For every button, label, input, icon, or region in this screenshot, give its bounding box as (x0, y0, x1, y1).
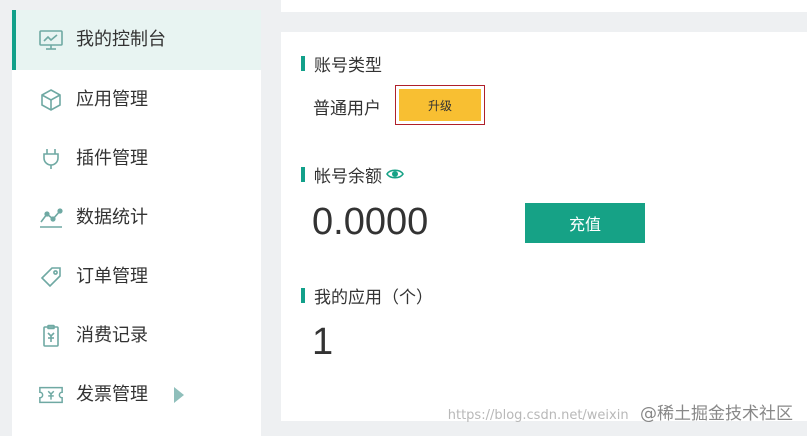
balance-heading: 帐号余额 (314, 166, 382, 187)
watermark-url: https://blog.csdn.net/weixin (447, 408, 629, 423)
section-marker (301, 55, 305, 71)
account-type-heading: 账号类型 (314, 55, 382, 76)
apps-count: 1 (312, 321, 334, 363)
sidebar-item-consumption[interactable]: 消费记录 (12, 306, 261, 366)
sidebar-item-label: 订单管理 (76, 266, 148, 287)
sidebar-item-orders[interactable]: 订单管理 (12, 247, 261, 307)
balance-title: 帐号余额 (301, 163, 404, 187)
ticket-icon (38, 382, 64, 408)
sidebar-item-invoices[interactable]: 发票管理 (12, 365, 261, 425)
plug-icon (38, 146, 64, 172)
sidebar-item-label: 发票管理 (76, 384, 148, 405)
eye-icon[interactable] (386, 168, 404, 180)
line-chart-icon (38, 205, 64, 231)
sidebar-item-apps[interactable]: 应用管理 (12, 70, 261, 130)
sidebar-item-console[interactable]: 我的控制台 (12, 10, 261, 70)
top-card (281, 0, 807, 12)
sidebar-item-statistics[interactable]: 数据统计 (12, 188, 261, 248)
account-card: 账号类型 普通用户 升级 帐号余额 0.0000 充值 我的应用（个） 1 (281, 32, 807, 421)
recharge-button[interactable]: 充值 (525, 203, 645, 243)
sidebar-item-label: 消费记录 (76, 325, 148, 346)
account-type-title: 账号类型 (301, 52, 382, 76)
upgrade-button[interactable]: 升级 (399, 89, 481, 121)
section-marker (301, 166, 305, 182)
tag-icon (38, 264, 64, 290)
sidebar: 我的控制台 应用管理 插件管理 数据统计 订单管理 消费记录 发票管理 (12, 10, 261, 436)
cube-icon (38, 87, 64, 113)
watermark-text: @稀土掘金技术社区 (640, 404, 793, 424)
sidebar-item-label: 数据统计 (76, 207, 148, 228)
upgrade-button-frame: 升级 (395, 85, 485, 125)
receipt-icon (38, 323, 64, 349)
apps-heading: 我的应用（个） (314, 287, 433, 308)
sidebar-item-label: 我的控制台 (76, 29, 166, 50)
watermark: https://blog.csdn.net/weixin @稀土掘金技术社区 (448, 399, 793, 424)
account-type-value: 普通用户 (313, 99, 381, 119)
section-marker (301, 287, 305, 303)
sidebar-item-plugins[interactable]: 插件管理 (12, 129, 261, 189)
monitor-icon (38, 27, 64, 53)
sidebar-item-label: 应用管理 (76, 89, 148, 110)
balance-value: 0.0000 (312, 201, 429, 243)
apps-title: 我的应用（个） (301, 284, 433, 308)
sidebar-item-label: 插件管理 (76, 148, 148, 169)
chevron-right-icon[interactable] (174, 387, 184, 403)
